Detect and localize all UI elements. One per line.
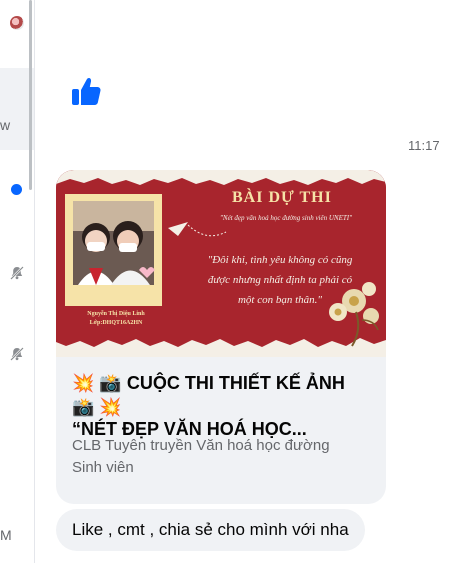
post-title-line: 💥 📸 CUỘC THI THIẾT KẾ ẢNH <box>72 373 345 393</box>
contact-avatar[interactable] <box>10 16 24 30</box>
poster-quote-line: một con bạn thân." <box>237 294 323 306</box>
poster-quote: "Đôi khi, tình yêu không có cũng được nh… <box>180 250 380 310</box>
message-bubble[interactable]: Like , cmt , chia sẻ cho mình với nha <box>56 509 365 551</box>
muted-bell-icon <box>10 347 24 361</box>
post-title-line: 📸 💥 <box>72 397 122 417</box>
poster-subheading: "Nét đẹp văn hoá học đường sinh viên UNE… <box>219 214 353 222</box>
thumbs-up-like-icon[interactable] <box>70 75 102 107</box>
conversation-preview-fragment: w <box>0 117 11 133</box>
poster-caption-class: Lớp:DHQT16A2HN <box>89 320 143 326</box>
poster-heading: BÀI DỰ THI <box>232 189 332 206</box>
post-source-line: CLB Tuyên truyền Văn hoá học đường <box>72 437 330 454</box>
post-source-line: Sinh viên <box>72 459 134 476</box>
post-thumbnail[interactable]: BÀI DỰ THI "Nét đẹp văn hoá học đường si… <box>56 170 386 357</box>
post-title[interactable]: 💥 📸 CUỘC THI THIẾT KẾ ẢNH 📸 💥 “NÉT ĐẸP V… <box>72 371 372 441</box>
muted-bell-icon <box>10 266 24 280</box>
message-timestamp: 11:17 <box>408 138 440 153</box>
sidebar-scrollbar[interactable] <box>29 0 32 190</box>
conversation-preview-fragment: M <box>0 527 12 543</box>
shared-post-card[interactable]: BÀI DỰ THI "Nét đẹp văn hoá học đường si… <box>56 170 386 504</box>
post-preview-body[interactable]: 💥 📸 CUỘC THI THIẾT KẾ ẢNH 📸 💥 “NÉT ĐẸP V… <box>56 357 386 504</box>
unread-dot-icon <box>11 184 22 195</box>
conversation-list-strip: w M <box>0 0 35 563</box>
poster-quote-line: "Đôi khi, tình yêu không có cũng <box>207 254 353 266</box>
poster-caption-name: Nguyễn Thị Diệu Linh <box>87 311 145 317</box>
post-source: CLB Tuyên truyền Văn hoá học đường Sinh … <box>72 435 372 479</box>
poster-quote-line: được nhưng nhất định ta phải có <box>207 274 353 286</box>
